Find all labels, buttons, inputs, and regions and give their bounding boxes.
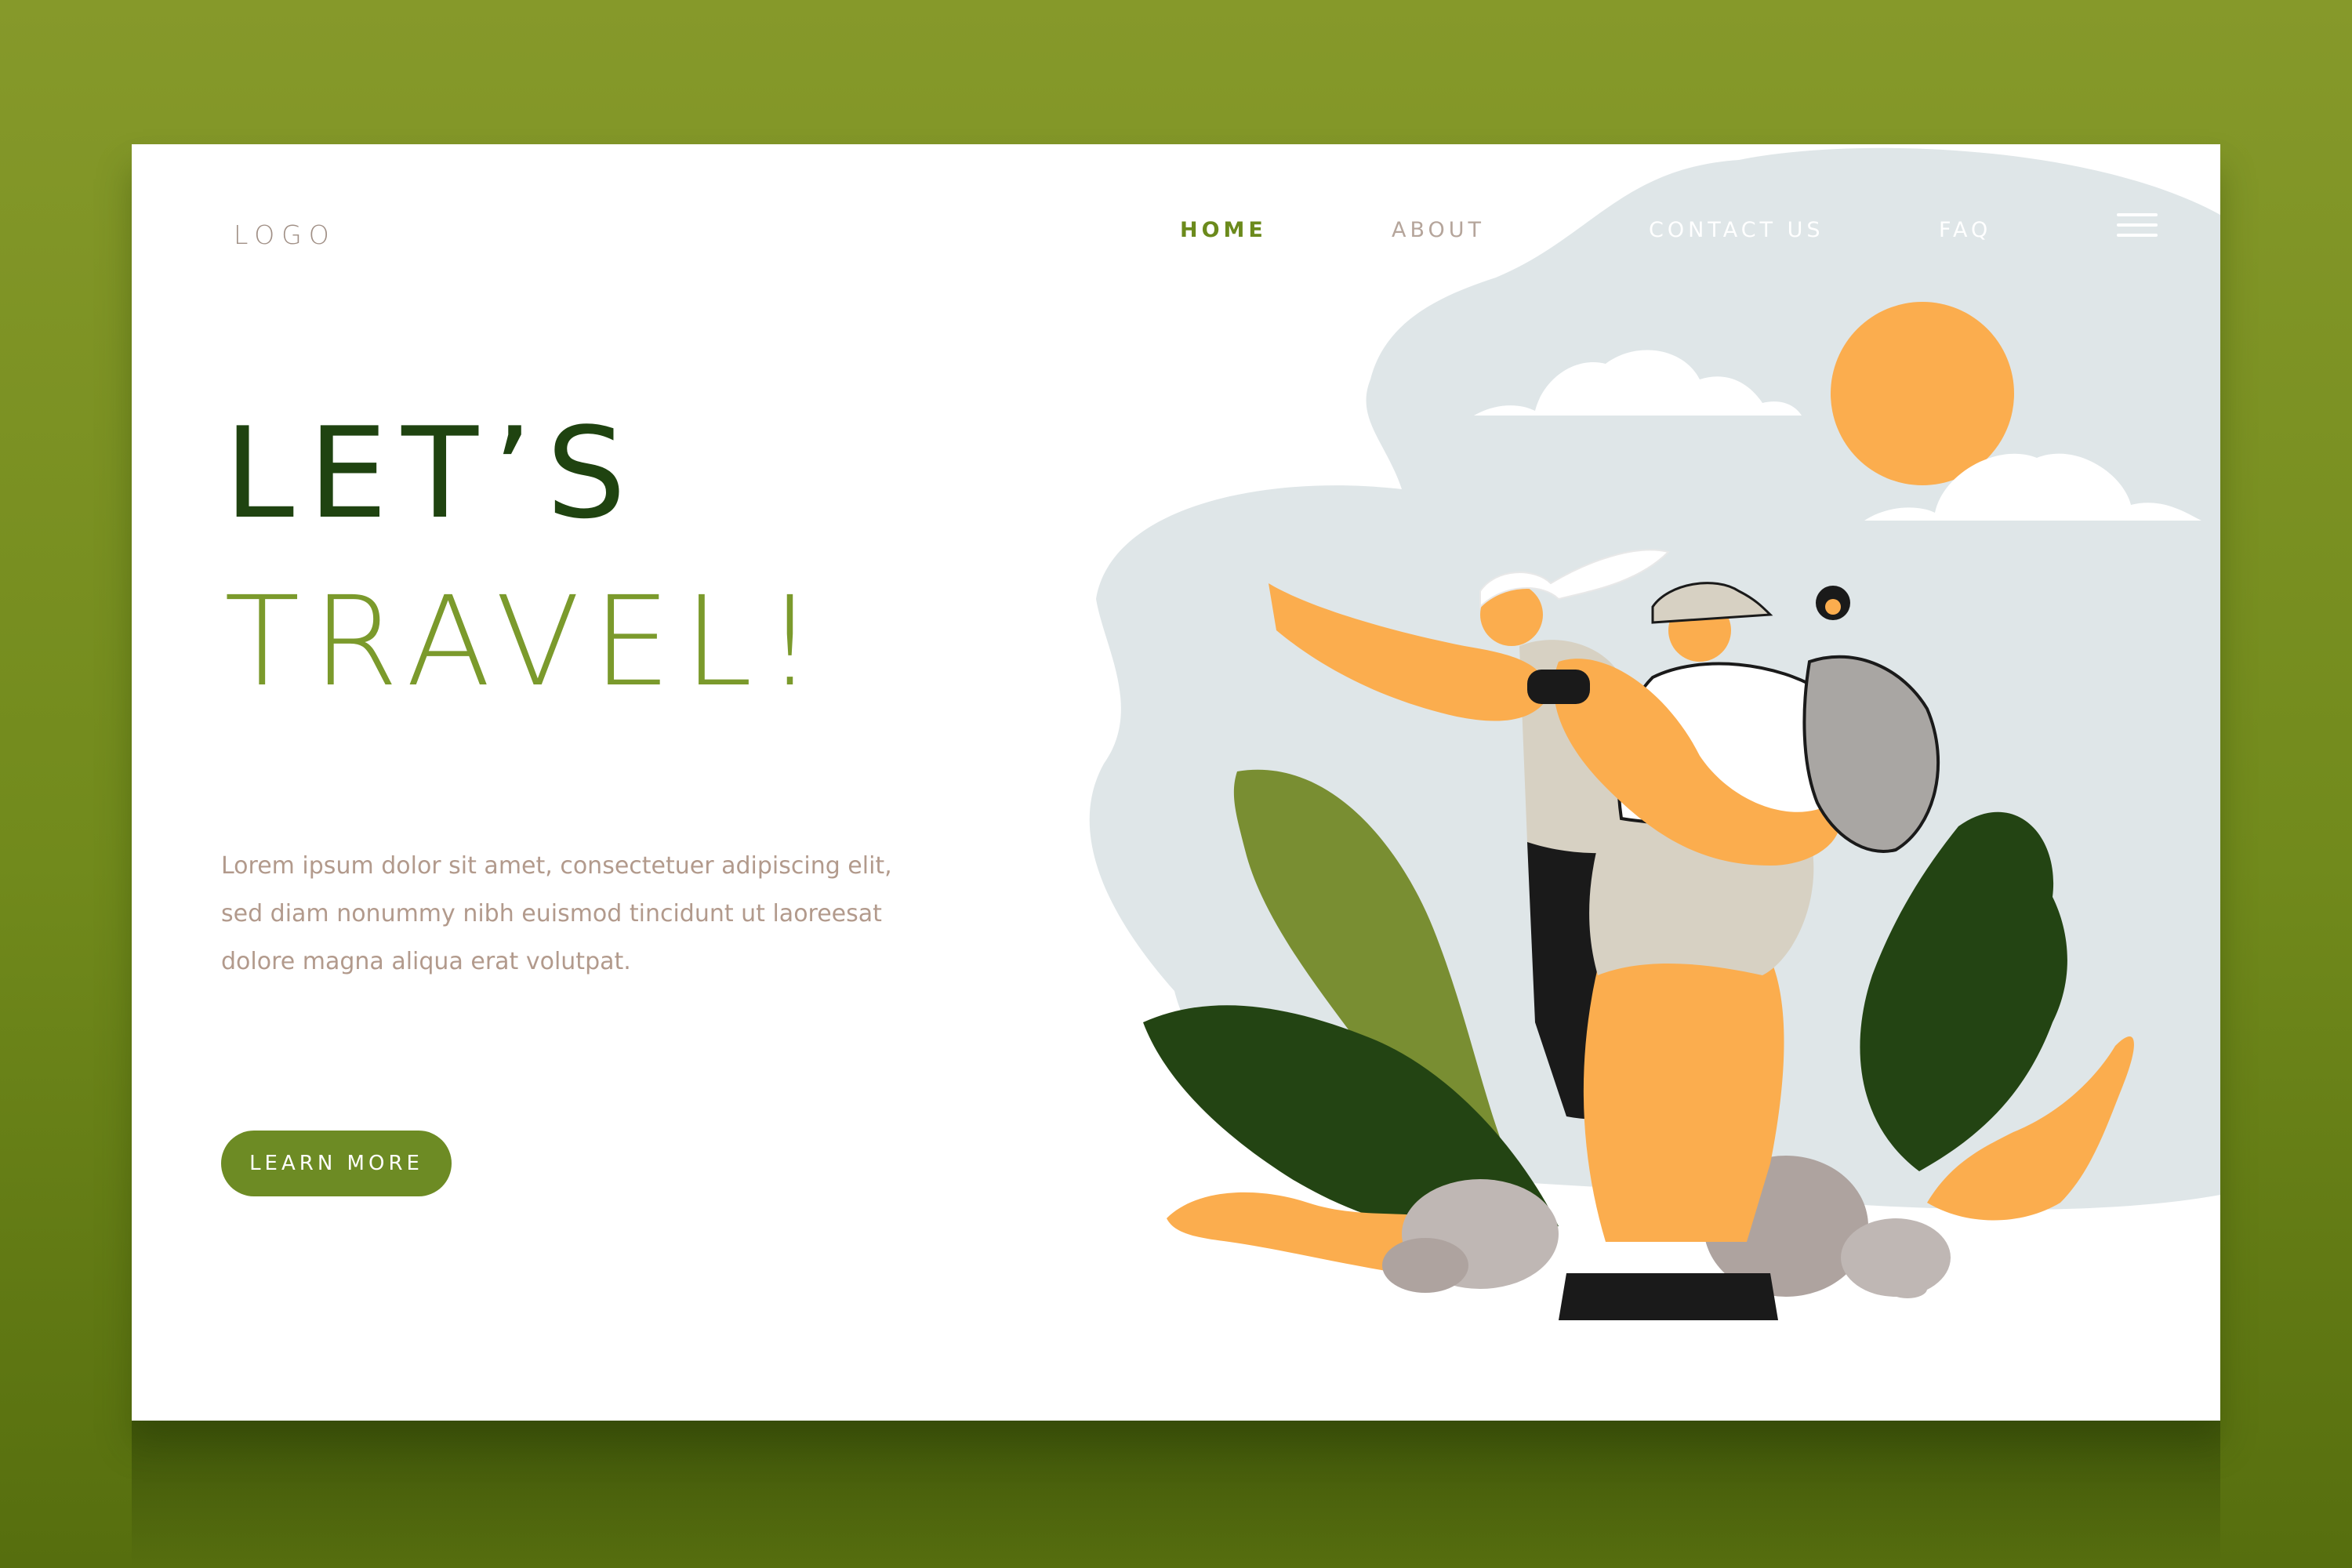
man-legs	[1583, 934, 1784, 1242]
hamburger-menu-icon[interactable]	[2117, 213, 2158, 237]
learn-more-button[interactable]: LEARN MORE	[221, 1131, 452, 1196]
nav-about[interactable]: ABOUT	[1392, 218, 1485, 242]
landing-page-card: LOGO HOME ABOUT CONTACT US FAQ LET’S TRA…	[132, 144, 2220, 1421]
nav-contact-us[interactable]: CONTACT US	[1649, 218, 1824, 242]
travel-illustration	[1089, 147, 2220, 1320]
hero-description-line-2: sed diam nonummy nibh euismod tincidunt …	[221, 900, 882, 927]
headline-line-2: TRAVEL!	[224, 570, 828, 714]
sun	[1831, 302, 2014, 485]
logo[interactable]: LOGO	[234, 220, 336, 250]
page-shadow	[132, 1421, 2220, 1568]
shoes	[1559, 1273, 1778, 1320]
hero-description-line-3: dolore magna aliqua erat volutpat.	[221, 948, 631, 975]
binoculars	[1527, 670, 1590, 704]
pebble	[1888, 1279, 1927, 1298]
headline-line-1: LET’S	[224, 400, 641, 546]
hero-description-line-1: Lorem ipsum dolor sit amet, consectetuer…	[221, 852, 892, 880]
nav-home[interactable]: HOME	[1180, 218, 1267, 242]
nav-faq[interactable]: FAQ	[1939, 218, 1991, 242]
rock-small-left	[1382, 1238, 1468, 1293]
hero-description: Lorem ipsum dolor sit amet, consectetuer…	[221, 842, 927, 985]
